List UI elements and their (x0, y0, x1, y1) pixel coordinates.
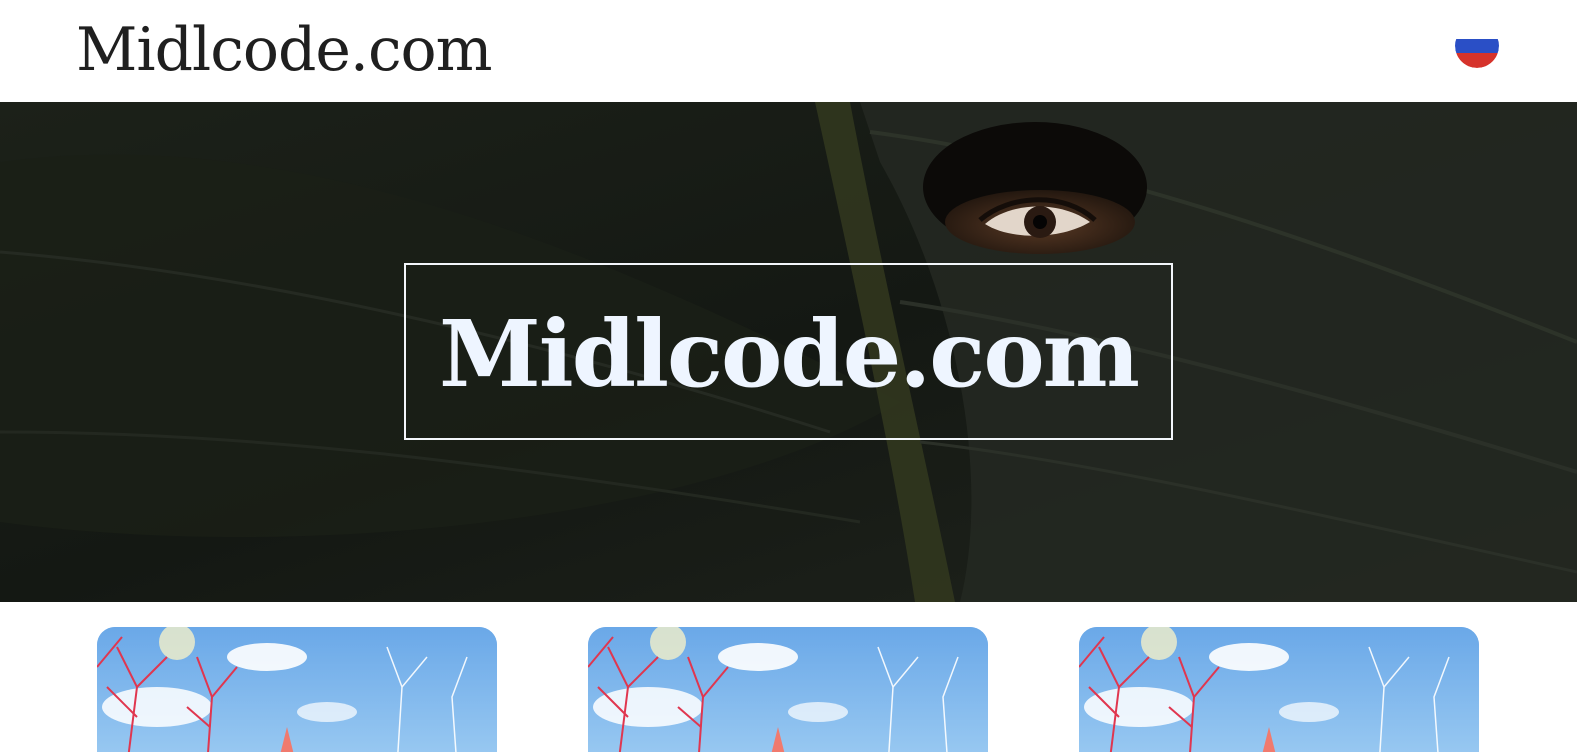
card-image-3[interactable] (1079, 627, 1479, 752)
site-header: Midlcode.com (0, 0, 1577, 102)
site-logo-link[interactable]: Midlcode.com (76, 14, 493, 86)
flag-graphic (1455, 34, 1499, 68)
hero-banner: Midlcode.com (0, 102, 1577, 602)
card-image-1[interactable] (97, 627, 497, 752)
trees-photo (588, 627, 988, 752)
hero-title: Midlcode.com (438, 299, 1140, 408)
trees-photo (97, 627, 497, 752)
card-image-2[interactable] (588, 627, 988, 752)
trees-photo (1079, 627, 1479, 752)
russia-flag-icon[interactable] (1455, 34, 1499, 68)
card-grid (0, 602, 1577, 752)
hero-title-frame: Midlcode.com (404, 263, 1173, 440)
